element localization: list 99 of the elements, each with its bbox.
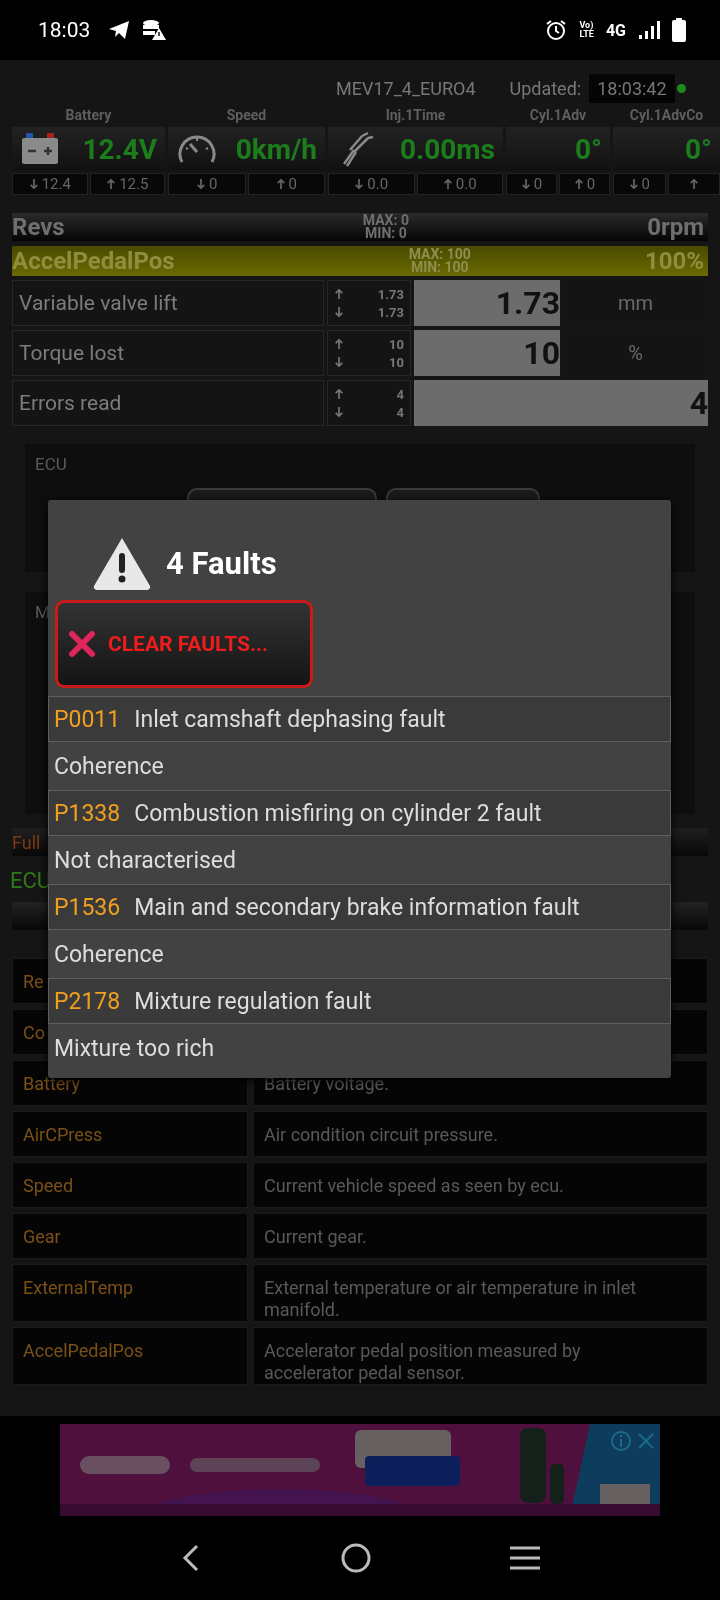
gauge-label: Cyl.1Adv: [528, 107, 588, 125]
arrow-up-icon: [275, 176, 286, 192]
reading-name: Torque lost: [12, 330, 324, 376]
fault-detail: Coherence: [53, 751, 165, 782]
arrow-down-icon: [354, 176, 365, 192]
min-max-value: 0: [641, 175, 650, 193]
cross-icon: [68, 630, 96, 658]
arrow-up-icon: [573, 176, 584, 192]
gauge-value: 0°: [575, 132, 602, 166]
min-value: MIN: 100: [410, 261, 469, 274]
close-icon: [636, 1431, 656, 1451]
min-max-value: 0: [586, 175, 596, 193]
fault-title: Inlet camshaft dephasing fault: [134, 705, 446, 733]
gauge-label: Speed: [225, 107, 268, 125]
min-max-value: 1.73: [377, 304, 404, 320]
fault-title: Main and secondary brake information fault: [134, 893, 580, 921]
arrow-up-icon: [334, 387, 344, 401]
arrow-down-icon: [628, 176, 639, 192]
panel-title: M: [35, 602, 50, 622]
max-value: MAX: 100: [408, 248, 471, 261]
arrow-up-icon: [106, 176, 117, 192]
fault-code: P1338: [54, 799, 121, 827]
reading-value: 4: [414, 380, 708, 426]
fault-detail: Not characterised: [53, 845, 237, 876]
reading-name: Errors read: [12, 380, 324, 426]
info-icon: [610, 1430, 632, 1452]
min-max-value: 1.73: [377, 286, 404, 302]
table-cell: Accelerator pedal position measured by accelerator pedal sensor.: [253, 1327, 708, 1385]
volte-icon: Vo) LTE: [579, 21, 594, 39]
arrow-down-icon: [334, 405, 344, 419]
fault-row[interactable]: P1536 Main and secondary brake information fault: [48, 884, 671, 930]
network-type: 4G: [605, 20, 626, 40]
warning-icon: [92, 536, 152, 590]
reading-value: 1.73: [414, 280, 560, 326]
gauge-value: 0.00ms: [400, 132, 495, 166]
table-cell: Air condition circuit pressure.: [253, 1111, 708, 1157]
ecu-name: MEV17_4_EURO4: [336, 77, 476, 99]
table-cell: Current vehicle speed as seen by ecu.: [253, 1162, 708, 1208]
arrow-down-icon: [520, 176, 531, 192]
min-max-value: 0: [533, 175, 543, 193]
min-max-value: 0: [288, 175, 297, 193]
fault-row[interactable]: P0011 Inlet camshaft dephasing fault: [48, 696, 671, 742]
arrow-up-icon: [334, 337, 344, 351]
arrow-up-icon: [442, 176, 453, 192]
table-cell: AirCPress: [12, 1111, 248, 1157]
bar-value: 100%: [644, 247, 705, 275]
clock-time: 18:03: [38, 18, 91, 42]
alarm-clock-icon: [545, 19, 568, 41]
min-max-value: 0: [209, 175, 218, 193]
database-warning-icon: [142, 19, 167, 41]
bar-label: Revs: [12, 213, 65, 241]
fault-code: P0011: [54, 705, 121, 733]
gauge-value: 12.4V: [82, 132, 157, 166]
updated-label: Updated:: [509, 77, 582, 99]
max-value: MAX: 0: [362, 214, 409, 227]
clear-faults-button[interactable]: CLEAR FAULTS...: [55, 600, 313, 688]
table-cell: External temperature or air temperature in inlet manifold.: [253, 1264, 708, 1322]
bar-value: 0rpm: [647, 213, 705, 241]
fault-row[interactable]: P1338 Combustion misfiring on cylinder 2 fault: [48, 790, 671, 836]
dialog-title: 4 Faults: [166, 544, 277, 582]
arrow-down-icon: [334, 355, 344, 369]
gauge-label: Battery: [64, 107, 113, 125]
fault-row[interactable]: P2178 Mixture regulation fault: [48, 978, 671, 1024]
min-max-value: 0.0: [367, 175, 389, 193]
arrow-down-icon: [334, 305, 344, 319]
table-cell: AccelPedalPos: [12, 1327, 248, 1385]
section-title: Full: [12, 831, 41, 853]
gauge-label: Cyl.1AdvCo: [628, 107, 705, 125]
table-cell: ExternalTemp: [12, 1264, 248, 1322]
min-max-value: 10: [389, 354, 404, 370]
arrow-up-icon: [688, 176, 699, 192]
min-max-value: 10: [389, 336, 404, 352]
min-max-value: 0.0: [455, 175, 477, 193]
menu-icon: [509, 1546, 542, 1570]
arrow-down-icon: [196, 176, 207, 192]
arrow-down-icon: [28, 176, 39, 192]
signal-icon: [638, 20, 660, 40]
gauge-label: Inj.1Time: [384, 107, 447, 125]
min-max-value: 4: [396, 404, 404, 420]
min-value: MIN: 0: [365, 227, 407, 240]
table-cell: Speed: [12, 1162, 248, 1208]
min-max-value: 12.5: [119, 175, 149, 193]
arrow-up-icon: [334, 287, 344, 301]
reading-value: 10: [414, 330, 560, 376]
fault-code: P1536: [54, 893, 121, 921]
paper-plane-icon: [108, 20, 131, 40]
min-max-value: 12.4: [41, 175, 71, 193]
battery-icon: [672, 18, 686, 42]
table-cell: Current gear.: [253, 1213, 708, 1259]
panel-title: ECU: [35, 454, 67, 474]
reading-name: Variable valve lift: [12, 280, 324, 326]
bar-label: AccelPedalPos: [12, 247, 175, 275]
fault-title: Combustion misfiring on cylinder 2 fault: [134, 799, 542, 827]
table-cell: Gear: [12, 1213, 248, 1259]
gauge-value: 0°: [685, 132, 712, 166]
updated-time: 18:03:42: [589, 73, 675, 103]
gauge-value: 0km/h: [235, 132, 317, 166]
min-max-value: 4: [396, 386, 404, 402]
home-icon: [340, 1542, 372, 1574]
